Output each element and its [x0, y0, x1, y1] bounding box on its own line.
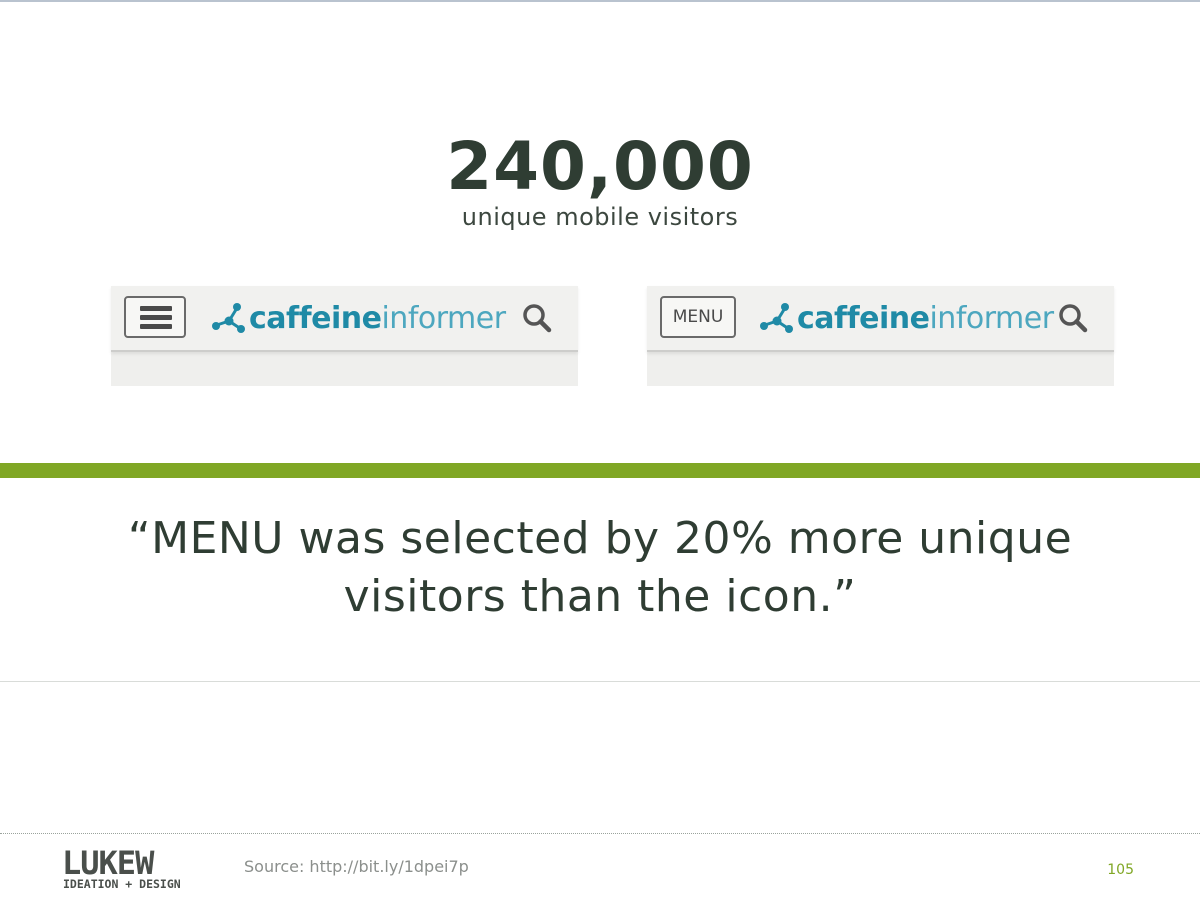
quote-line-2: visitors than the icon.” — [343, 571, 857, 622]
quote-divider — [0, 681, 1200, 682]
stat-caption: unique mobile visitors — [461, 203, 739, 231]
footer-divider — [0, 833, 1200, 834]
top-rule — [0, 0, 1200, 2]
menu-button[interactable]: MENU — [660, 296, 736, 338]
logo-text-bold: caffeine — [249, 300, 382, 336]
source-citation: Source: http://bit.ly/1dpei7p — [244, 857, 469, 876]
caffeine-informer-logo: caffeine informer — [211, 300, 506, 336]
caffeine-informer-logo: caffeine informer — [759, 300, 1054, 336]
logo-text-light: informer — [929, 300, 1054, 336]
accent-divider — [0, 463, 1200, 478]
quote: “MENU was selected by 20% more unique vi… — [40, 510, 1160, 626]
search-icon[interactable] — [1057, 302, 1089, 334]
hamburger-menu-icon[interactable] — [124, 296, 186, 338]
logo-text-bold: caffeine — [797, 300, 930, 336]
logo-tagline: IDEATION + DESIGN — [63, 877, 181, 890]
molecule-logo-icon — [212, 303, 245, 333]
logo-text-light: informer — [381, 300, 506, 336]
mockup-header-bar: caffeine informer — [111, 286, 578, 352]
molecule-logo-icon — [760, 303, 793, 333]
mockup-header-bar: MENU caffeine informer — [647, 286, 1114, 352]
lukew-logo: LUKEW IDEATION + DESIGN — [62, 848, 181, 890]
mockup-menu-label-header: MENU caffeine informer — [647, 286, 1114, 386]
search-icon[interactable] — [521, 302, 553, 334]
mockup-hamburger-header: caffeine informer — [111, 286, 578, 386]
quote-line-1: “MENU was selected by 20% more unique — [127, 513, 1073, 564]
stat-number: 240,000 — [446, 128, 754, 205]
page-number: 105 — [1107, 862, 1134, 878]
